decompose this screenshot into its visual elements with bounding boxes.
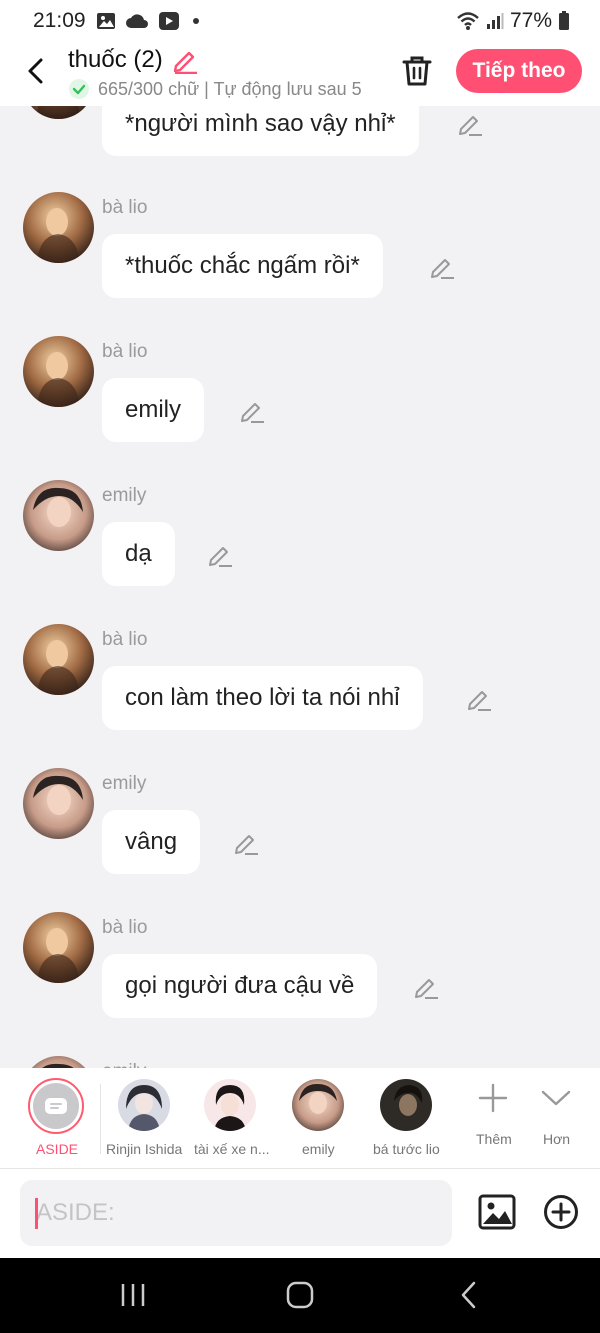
avatar-ba-lio[interactable] (23, 106, 94, 119)
expand-label: Hơn (543, 1131, 571, 1147)
character-avatar-driver[interactable] (204, 1079, 256, 1131)
sender-name: emily (102, 1061, 146, 1068)
edit-message-icon[interactable] (233, 830, 259, 856)
edit-message-icon[interactable] (466, 686, 492, 712)
gallery-notification-icon (97, 13, 115, 29)
chevron-down-icon[interactable] (541, 1088, 571, 1108)
aside-button[interactable] (28, 1078, 84, 1134)
message-bubble[interactable]: *thuốc chắc ngấm rồi* (102, 234, 383, 298)
sender-name: bà lio (102, 197, 148, 218)
character-label: Rinjin Ishida (106, 1141, 183, 1157)
character-label: emily (302, 1141, 335, 1157)
word-count-autosave: 665/300 chữ | Tự động lưu sau 5 (98, 78, 362, 99)
message-bubble[interactable]: con làm theo lời ta nói nhỉ (102, 666, 423, 730)
edit-message-icon[interactable] (239, 398, 265, 424)
avatar-ba-lio[interactable] (23, 912, 94, 983)
edit-message-icon[interactable] (429, 254, 455, 280)
avatar-emily[interactable] (23, 1056, 94, 1068)
avatar-ba-lio[interactable] (23, 624, 94, 695)
wifi-icon (457, 12, 479, 30)
back-arrow-icon[interactable] (22, 54, 52, 88)
avatar-emily[interactable] (23, 480, 94, 551)
avatar-ba-lio[interactable] (23, 192, 94, 263)
more-label: Thêm (476, 1131, 512, 1147)
image-icon[interactable] (478, 1193, 516, 1231)
aside-icon (45, 1098, 67, 1114)
system-back-icon[interactable] (458, 1280, 480, 1310)
edit-message-icon[interactable] (207, 542, 233, 568)
text-caret (35, 1198, 38, 1229)
video-notification-icon (159, 12, 179, 30)
system-nav-bar (0, 1258, 600, 1333)
message-bubble[interactable]: dạ (102, 522, 175, 586)
cloud-notification-icon (126, 14, 148, 28)
status-time: 21:09 (33, 9, 86, 32)
story-title: thuốc (2) (68, 46, 163, 73)
edit-message-icon[interactable] (413, 974, 439, 1000)
avatar-emily[interactable] (23, 768, 94, 839)
edit-message-icon[interactable] (457, 111, 483, 137)
character-label: bá tước lio (373, 1141, 440, 1157)
add-plus-icon[interactable] (543, 1194, 579, 1230)
recent-apps-icon[interactable] (120, 1282, 146, 1308)
divider (100, 1084, 101, 1154)
character-avatar-count-lio[interactable] (380, 1079, 432, 1131)
dot-notification-icon (193, 18, 199, 24)
home-icon[interactable] (286, 1281, 314, 1309)
avatar-ba-lio[interactable] (23, 336, 94, 407)
check-circle-icon (69, 79, 89, 99)
composer (0, 1169, 600, 1258)
sender-name: bà lio (102, 629, 148, 650)
message-input[interactable] (20, 1180, 452, 1246)
next-button[interactable]: Tiếp theo (456, 49, 582, 93)
signal-icon (486, 13, 504, 29)
message-bubble[interactable]: emily (102, 378, 205, 442)
battery-icon (559, 11, 569, 30)
sender-name: emily (102, 773, 147, 794)
sender-name: emily (102, 485, 147, 506)
character-selector: ASIDE Rinjin Ishida tài xế xe n... emily… (0, 1068, 600, 1169)
trash-icon[interactable] (400, 54, 434, 88)
add-character-icon[interactable] (478, 1083, 508, 1113)
message-bubble[interactable]: *người mình sao vậy nhỉ* (102, 106, 419, 156)
message-bubble[interactable]: gọi người đưa cậu về (102, 954, 378, 1018)
character-avatar-emily[interactable] (292, 1079, 344, 1131)
chat-list: *người mình sao vậy nhỉ* bà lio *thuốc c… (0, 106, 600, 1068)
battery-percent: 77% (509, 9, 552, 32)
header: thuốc (2) 665/300 chữ | Tự động lưu sau … (0, 44, 600, 106)
edit-title-icon[interactable] (171, 46, 199, 74)
aside-label: ASIDE (36, 1141, 79, 1157)
character-label: tài xế xe n... (194, 1141, 270, 1157)
sender-name: bà lio (102, 341, 148, 362)
message-bubble[interactable]: vâng (102, 810, 201, 874)
status-bar: 21:09 77% (0, 0, 600, 44)
character-avatar-rinjin[interactable] (118, 1079, 170, 1131)
sender-name: bà lio (102, 917, 148, 938)
